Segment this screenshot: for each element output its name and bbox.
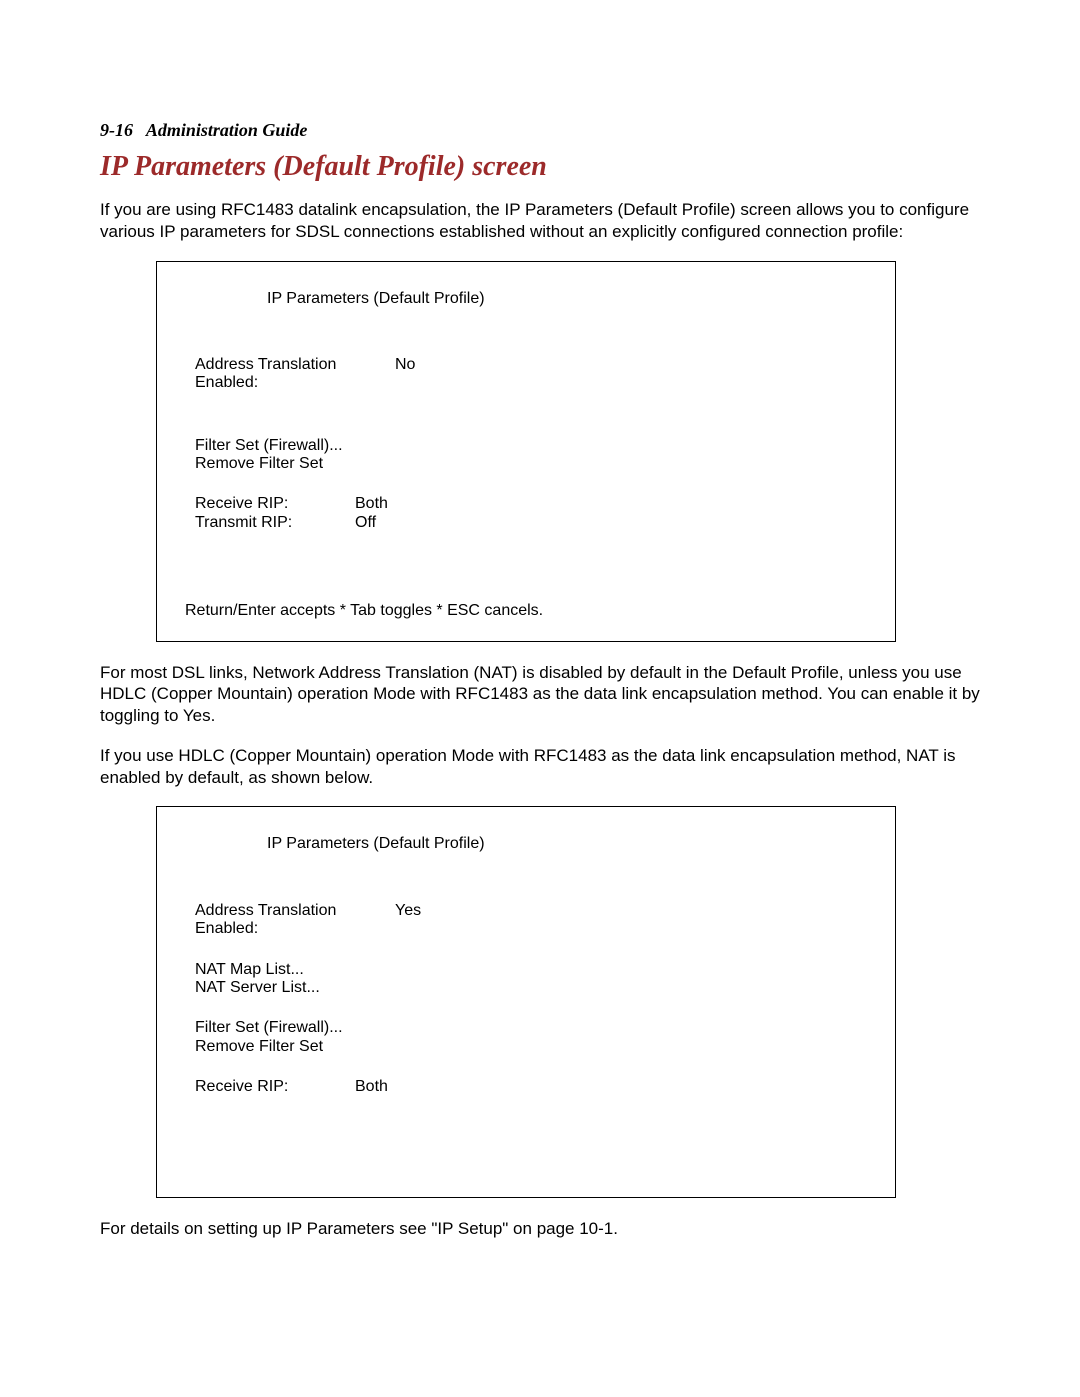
transmit-rip-row: Transmit RIP: Off xyxy=(185,514,867,532)
receive-rip-label: Receive RIP: xyxy=(195,1078,355,1096)
page-header: 9-16 Administration Guide xyxy=(100,120,980,141)
paragraph-4: For details on setting up IP Parameters … xyxy=(100,1218,980,1240)
filter-set-label: Filter Set (Firewall)... xyxy=(195,437,395,455)
remove-filter-row: Remove Filter Set xyxy=(185,455,867,473)
terminal-title: IP Parameters (Default Profile) xyxy=(185,835,867,853)
guide-title: Administration Guide xyxy=(146,120,308,140)
document-page: 9-16 Administration Guide IP Parameters … xyxy=(0,0,1080,1397)
nat-map-label: NAT Map List... xyxy=(195,961,395,979)
terminal-title: IP Parameters (Default Profile) xyxy=(185,290,867,308)
page-number: 9-16 xyxy=(100,120,133,140)
filter-set-label: Filter Set (Firewall)... xyxy=(195,1019,395,1037)
address-translation-value: Yes xyxy=(395,902,421,939)
nat-server-label: NAT Server List... xyxy=(195,979,395,997)
terminal-footer-hint: Return/Enter accepts * Tab toggles * ESC… xyxy=(185,602,867,620)
address-translation-label: Address Translation Enabled: xyxy=(195,356,395,393)
paragraph-2: For most DSL links, Network Address Tran… xyxy=(100,662,980,727)
receive-rip-label: Receive RIP: xyxy=(195,495,355,513)
receive-rip-row: Receive RIP: Both xyxy=(185,1078,867,1096)
receive-rip-value: Both xyxy=(355,495,388,513)
section-heading: IP Parameters (Default Profile) screen xyxy=(100,151,980,183)
nat-map-row: NAT Map List... xyxy=(185,961,867,979)
transmit-rip-label: Transmit RIP: xyxy=(195,514,355,532)
terminal-screen-2: IP Parameters (Default Profile) Address … xyxy=(156,806,896,1197)
nat-server-row: NAT Server List... xyxy=(185,979,867,997)
filter-set-row: Filter Set (Firewall)... xyxy=(185,437,867,455)
receive-rip-row: Receive RIP: Both xyxy=(185,495,867,513)
address-translation-row: Address Translation Enabled: No xyxy=(185,356,867,393)
remove-filter-row: Remove Filter Set xyxy=(185,1038,867,1056)
remove-filter-label: Remove Filter Set xyxy=(195,455,395,473)
filter-set-row: Filter Set (Firewall)... xyxy=(185,1019,867,1037)
terminal-screen-1: IP Parameters (Default Profile) Address … xyxy=(156,261,896,642)
address-translation-row: Address Translation Enabled: Yes xyxy=(185,902,867,939)
receive-rip-value: Both xyxy=(355,1078,388,1096)
address-translation-label: Address Translation Enabled: xyxy=(195,902,395,939)
paragraph-3: If you use HDLC (Copper Mountain) operat… xyxy=(100,745,980,789)
transmit-rip-value: Off xyxy=(355,514,376,532)
address-translation-value: No xyxy=(395,356,415,393)
intro-paragraph: If you are using RFC1483 datalink encaps… xyxy=(100,199,980,243)
remove-filter-label: Remove Filter Set xyxy=(195,1038,395,1056)
